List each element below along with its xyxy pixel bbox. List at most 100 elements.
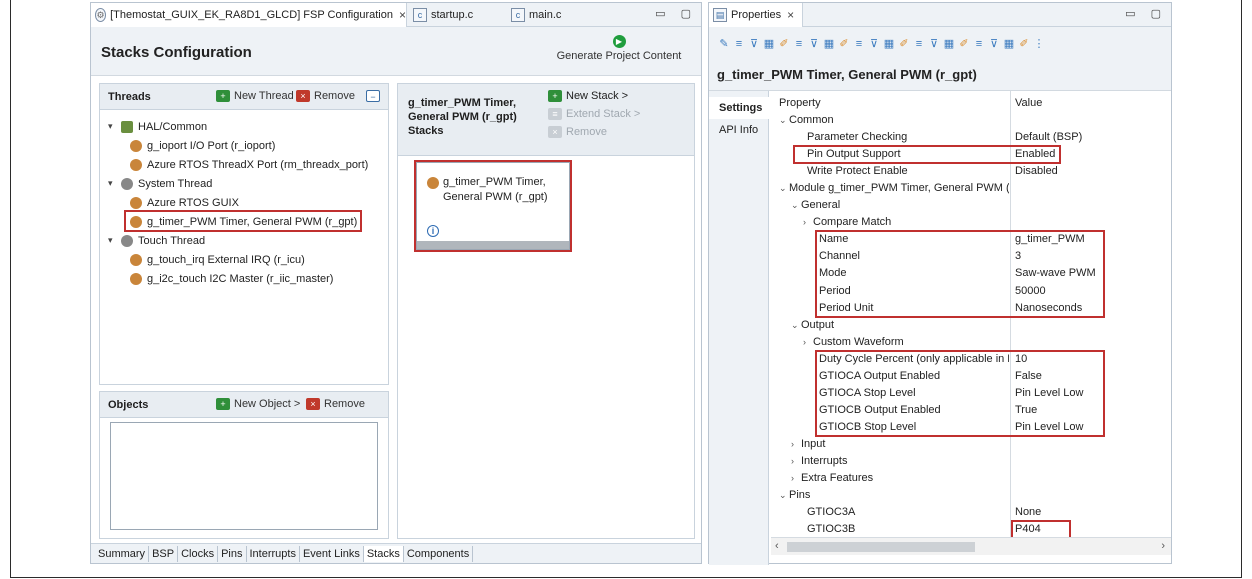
toolbar-icon[interactable]: ✐	[957, 37, 971, 51]
remove-object-button[interactable]: × Remove	[306, 398, 365, 410]
tree-item[interactable]: Azure RTOS GUIX	[130, 194, 239, 211]
property-row[interactable]: › Compare Match	[771, 214, 1171, 231]
tab-fsp-configuration[interactable]: ⚙ [Themostat_GUIX_EK_RA8D1_GLCD] FSP Con…	[91, 3, 407, 27]
tree-item[interactable]: ▾ Touch Thread	[108, 232, 205, 249]
toolbar-icon[interactable]: ✐	[897, 37, 911, 51]
property-row[interactable]: Write Protect Enable Disabled	[771, 163, 1171, 180]
toolbar-icon[interactable]: ⊽	[867, 37, 881, 51]
toolbar-icon[interactable]: ✐	[777, 37, 791, 51]
toolbar-icon[interactable]: ≡	[972, 37, 986, 51]
remove-label: Remove	[324, 398, 365, 410]
tab-api-info[interactable]: API Info	[709, 119, 769, 141]
tab-event-links[interactable]: Event Links	[300, 545, 364, 562]
tree-item[interactable]: g_touch_irq External IRQ (r_icu)	[130, 251, 305, 268]
toolbar-icon[interactable]: ✎	[717, 37, 731, 51]
highlight-box	[815, 230, 1105, 318]
objects-list[interactable]	[110, 422, 378, 530]
toolbar-icon[interactable]: ⊽	[927, 37, 941, 51]
toolbar-icon[interactable]: ≡	[792, 37, 806, 51]
window-controls[interactable]: ▭ ▢	[655, 7, 697, 20]
scroll-right-icon[interactable]: ›	[1161, 540, 1165, 552]
property-row[interactable]: › Input	[771, 436, 1171, 453]
toolbar-icon[interactable]: ≡	[732, 37, 746, 51]
new-thread-button[interactable]: + New Thread	[216, 90, 294, 102]
property-name: Module g_timer_PWM Timer, General PWM (r…	[789, 182, 1009, 195]
chevron-down-icon[interactable]: ⌄	[779, 487, 789, 504]
extend-stack-button[interactable]: ≡ Extend Stack >	[548, 108, 640, 120]
toolbar-icon[interactable]: ▦	[1002, 37, 1016, 51]
toolbar-icon[interactable]: ✐	[1017, 37, 1031, 51]
chevron-right-icon[interactable]: ›	[791, 470, 801, 487]
tab-settings[interactable]: Settings	[709, 97, 769, 119]
property-row[interactable]: GTIOC3B P404	[771, 521, 1171, 537]
toolbar-icon[interactable]: ⊽	[747, 37, 761, 51]
scroll-left-icon[interactable]: ‹	[775, 540, 779, 552]
chevron-down-icon[interactable]: ▾	[108, 235, 118, 246]
property-row[interactable]: ⌄ Output	[771, 317, 1171, 334]
window-controls[interactable]: ▭ ▢	[1125, 7, 1167, 20]
tab-interrupts[interactable]: Interrupts	[247, 545, 300, 562]
toolbar-icon[interactable]: ≡	[912, 37, 926, 51]
property-row[interactable]: GTIOC3A None	[771, 504, 1171, 521]
chevron-right-icon[interactable]: ›	[803, 214, 813, 231]
chevron-right-icon[interactable]: ›	[803, 334, 813, 351]
property-row[interactable]: ⌄ General	[771, 197, 1171, 214]
new-stack-icon: +	[548, 90, 562, 102]
new-stack-button[interactable]: + New Stack >	[548, 90, 628, 102]
chevron-down-icon[interactable]: ⌄	[779, 112, 789, 129]
chevron-down-icon[interactable]: ⌄	[779, 180, 789, 197]
tab-main-c[interactable]: c main.c	[507, 3, 587, 27]
property-row[interactable]: ⌄ Pins	[771, 487, 1171, 504]
toolbar-icon[interactable]: ▦	[942, 37, 956, 51]
toolbar-icon[interactable]: ⊽	[807, 37, 821, 51]
toolbar-icon[interactable]: ⊽	[987, 37, 1001, 51]
horizontal-scrollbar[interactable]: ‹ ›	[771, 537, 1171, 555]
tree-item[interactable]: g_i2c_touch I2C Master (r_iic_master)	[130, 270, 333, 287]
generate-project-content-button[interactable]: ▶ Generate Project Content	[549, 35, 689, 62]
close-icon[interactable]: ×	[399, 8, 406, 22]
c-file-icon: c	[413, 8, 427, 22]
toolbar-icon[interactable]: ▦	[822, 37, 836, 51]
chevron-down-icon[interactable]: ▾	[108, 178, 118, 189]
property-value[interactable]: None	[1015, 504, 1165, 521]
properties-title: g_timer_PWM Timer, General PWM (r_gpt)	[717, 67, 977, 82]
remove-label: Remove	[566, 126, 607, 138]
chevron-down-icon[interactable]: ⌄	[791, 317, 801, 334]
chevron-right-icon[interactable]: ›	[791, 453, 801, 470]
tab-stacks[interactable]: Stacks	[363, 545, 404, 562]
property-row[interactable]: › Custom Waveform	[771, 334, 1171, 351]
remove-stack-button[interactable]: × Remove	[548, 126, 607, 138]
property-row[interactable]: ⌄Module g_timer_PWM Timer, General PWM (…	[771, 180, 1171, 197]
collapse-all-button[interactable]: −	[366, 90, 384, 102]
property-row[interactable]: › Interrupts	[771, 453, 1171, 470]
toolbar-icon[interactable]: ⋮	[1032, 37, 1046, 51]
tab-clocks[interactable]: Clocks	[178, 545, 219, 562]
tree-item[interactable]: ▾ System Thread	[108, 175, 212, 192]
property-row[interactable]: Parameter Checking Default (BSP)	[771, 129, 1171, 146]
tree-item[interactable]: Azure RTOS ThreadX Port (rm_threadx_port…	[130, 156, 368, 173]
tab-pins[interactable]: Pins	[218, 545, 247, 562]
tab-startup-c[interactable]: c startup.c	[409, 3, 503, 27]
tree-item[interactable]: g_ioport I/O Port (r_ioport)	[130, 137, 275, 154]
new-object-button[interactable]: + New Object >	[216, 398, 300, 410]
tab-properties[interactable]: ▤ Properties ×	[709, 3, 803, 27]
toolbar-icon[interactable]: ▦	[882, 37, 896, 51]
property-value[interactable]: Disabled	[1015, 163, 1165, 180]
property-row[interactable]: ⌄ Common	[771, 112, 1171, 129]
toolbar-icon[interactable]: ≡	[852, 37, 866, 51]
chevron-down-icon[interactable]: ⌄	[791, 197, 801, 214]
tab-components[interactable]: Components	[404, 545, 474, 562]
gear-icon: ⚙	[95, 8, 107, 22]
close-icon[interactable]: ×	[787, 8, 794, 22]
tab-bsp[interactable]: BSP	[149, 545, 179, 562]
scrollbar-thumb[interactable]	[787, 542, 975, 552]
toolbar-icon[interactable]: ▦	[762, 37, 776, 51]
tree-item[interactable]: ▾ HAL/Common	[108, 118, 207, 135]
tab-summary[interactable]: Summary	[95, 545, 150, 562]
remove-thread-button[interactable]: × Remove	[296, 90, 355, 102]
property-row[interactable]: › Extra Features	[771, 470, 1171, 487]
chevron-right-icon[interactable]: ›	[791, 436, 801, 453]
property-value[interactable]: Default (BSP)	[1015, 129, 1165, 146]
chevron-down-icon[interactable]: ▾	[108, 121, 118, 132]
toolbar-icon[interactable]: ✐	[837, 37, 851, 51]
